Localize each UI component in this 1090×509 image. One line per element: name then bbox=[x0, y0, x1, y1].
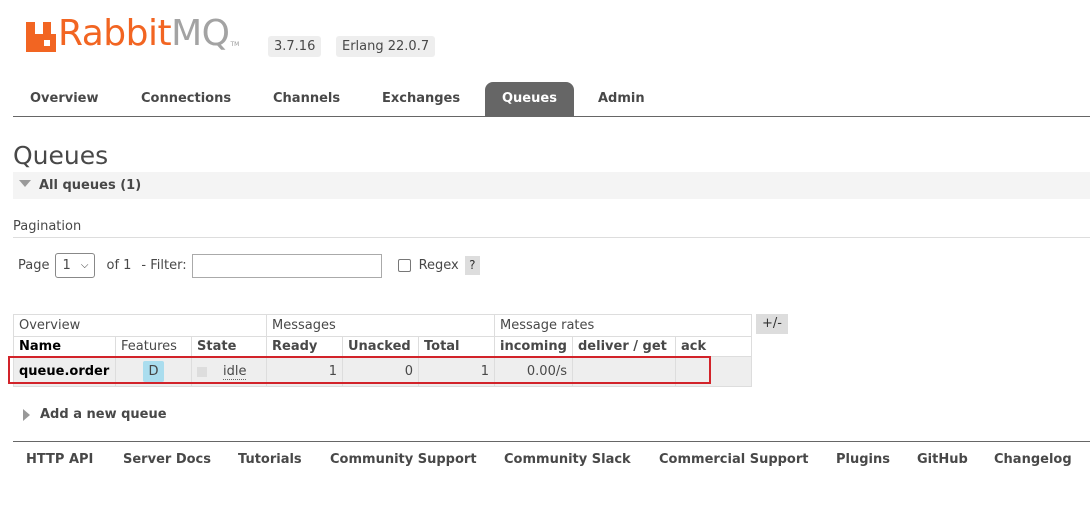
durable-badge: D bbox=[143, 361, 164, 382]
features-cell: D bbox=[115, 356, 192, 387]
logo-trademark: TM bbox=[230, 41, 240, 48]
page-title: Queues bbox=[13, 141, 109, 170]
table-group-header: Overview Messages Message rates bbox=[13, 314, 752, 337]
footer-link-http-api[interactable]: HTTP API bbox=[26, 452, 93, 467]
divider bbox=[13, 237, 1090, 238]
col-total[interactable]: Total bbox=[418, 336, 495, 357]
col-ready[interactable]: Ready bbox=[266, 336, 343, 357]
pagination-controls: Page 1 ⌵ of 1 - Filter: Regex ? bbox=[18, 253, 480, 278]
ready-value: 1 bbox=[266, 356, 343, 387]
col-name[interactable]: Name bbox=[13, 336, 116, 357]
state-cell: idle bbox=[191, 356, 267, 387]
footer-link-tutorials[interactable]: Tutorials bbox=[238, 452, 302, 467]
tab-exchanges[interactable]: Exchanges bbox=[382, 82, 460, 116]
tab-queues[interactable]: Queues bbox=[485, 82, 574, 117]
deliver-get-rate-value bbox=[572, 356, 676, 387]
state-text: idle bbox=[223, 364, 247, 380]
erlang-version-badge: Erlang 22.0.7 bbox=[336, 36, 436, 57]
table-row[interactable]: queue.order D idle 1 0 1 0.00/s bbox=[13, 356, 752, 387]
table-column-header: Name Features State Ready Unacked Total … bbox=[13, 336, 752, 357]
tab-connections[interactable]: Connections bbox=[141, 82, 231, 116]
version-badge: 3.7.16 bbox=[268, 36, 322, 57]
queue-name-link[interactable]: queue.order bbox=[13, 356, 116, 387]
group-message-rates: Message rates bbox=[494, 314, 752, 337]
col-unacked[interactable]: Unacked bbox=[342, 336, 419, 357]
col-deliver-get[interactable]: deliver / get bbox=[572, 336, 676, 357]
footer-link-community-slack[interactable]: Community Slack bbox=[504, 452, 631, 467]
queues-table: Overview Messages Message rates Name Fea… bbox=[13, 314, 752, 387]
unacked-value: 0 bbox=[342, 356, 419, 387]
col-features: Features bbox=[115, 336, 192, 357]
filter-label: - Filter: bbox=[141, 258, 187, 273]
page-label: Page bbox=[18, 258, 50, 273]
main-nav-tabs: Overview Connections Channels Exchanges … bbox=[13, 82, 1090, 117]
footer-link-server-docs[interactable]: Server Docs bbox=[123, 452, 211, 467]
toggle-columns-button[interactable]: +/- bbox=[756, 314, 788, 334]
tab-channels[interactable]: Channels bbox=[273, 82, 340, 116]
ack-rate-value bbox=[675, 356, 752, 387]
col-incoming[interactable]: incoming bbox=[494, 336, 573, 357]
all-queues-section-toggle[interactable]: All queues (1) bbox=[13, 172, 1090, 199]
page-select-value: 1 bbox=[62, 258, 71, 273]
footer-link-changelog[interactable]: Changelog bbox=[994, 452, 1072, 467]
triangle-right-icon bbox=[23, 408, 30, 421]
rabbitmq-logo: RabbitMQ TM bbox=[26, 16, 239, 52]
regex-label: Regex bbox=[418, 258, 459, 273]
page-select[interactable]: 1 ⌵ bbox=[55, 253, 96, 278]
footer-link-plugins[interactable]: Plugins bbox=[836, 452, 890, 467]
footer-link-commercial-support[interactable]: Commercial Support bbox=[659, 452, 809, 467]
add-queue-section-toggle[interactable]: Add a new queue bbox=[23, 407, 167, 422]
group-messages: Messages bbox=[266, 314, 495, 337]
footer-link-github[interactable]: GitHub bbox=[917, 452, 968, 467]
state-indicator-icon bbox=[197, 366, 207, 377]
filter-input[interactable] bbox=[191, 253, 382, 278]
chevron-down-icon: ⌵ bbox=[80, 260, 89, 271]
page-count: of 1 bbox=[106, 258, 132, 273]
logo-wordmark: RabbitMQ bbox=[58, 13, 230, 54]
pagination-heading: Pagination bbox=[13, 219, 82, 234]
tab-admin[interactable]: Admin bbox=[598, 82, 645, 116]
regex-help-icon[interactable]: ? bbox=[464, 256, 480, 275]
triangle-down-icon bbox=[19, 180, 31, 187]
incoming-rate-value: 0.00/s bbox=[494, 356, 573, 387]
col-state[interactable]: State bbox=[191, 336, 267, 357]
footer-link-community-support[interactable]: Community Support bbox=[330, 452, 477, 467]
footer-divider bbox=[13, 441, 1090, 442]
group-overview: Overview bbox=[13, 314, 267, 337]
total-value: 1 bbox=[418, 356, 495, 387]
col-ack[interactable]: ack bbox=[675, 336, 752, 357]
tab-overview[interactable]: Overview bbox=[30, 82, 99, 116]
add-queue-label: Add a new queue bbox=[40, 407, 167, 422]
regex-checkbox[interactable] bbox=[397, 259, 411, 272]
rabbitmq-logo-icon bbox=[26, 22, 56, 52]
section-label: All queues (1) bbox=[39, 178, 142, 193]
